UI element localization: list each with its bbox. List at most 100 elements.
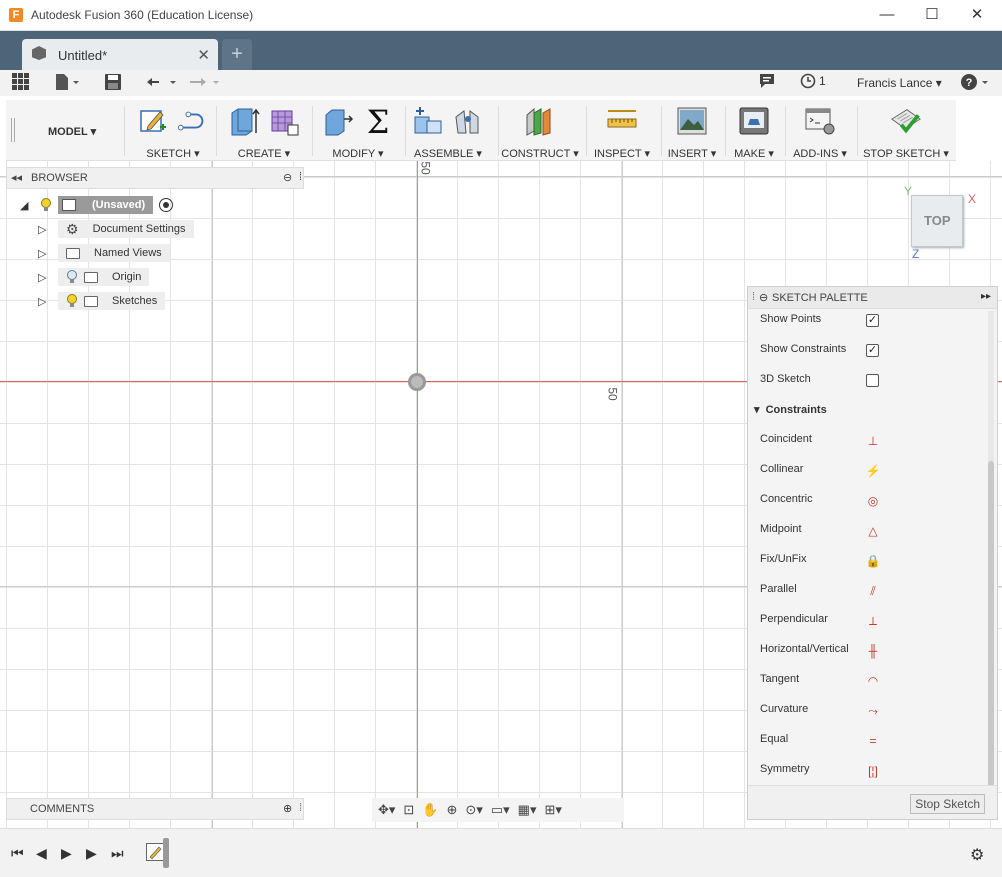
browser-item-named-views[interactable]: ▷ Named Views <box>38 243 170 263</box>
constraint-symmetry[interactable]: Symmetry [¦] <box>760 763 878 781</box>
modify-group[interactable]: Σ MODIFY ▾ <box>312 100 404 161</box>
activate-radio-icon[interactable] <box>159 198 174 212</box>
horizontal-vertical-icon[interactable]: ╫ <box>865 643 881 659</box>
minimize-button[interactable]: — <box>872 4 902 26</box>
pan-hand-icon[interactable]: ✋ <box>422 802 438 818</box>
stop-sketch-group[interactable]: STOP SKETCH ▾ <box>857 100 955 161</box>
constraint-collinear[interactable]: Collinear ⚡ <box>760 463 880 481</box>
browser-pin-icon[interactable]: ⁞ <box>299 171 302 183</box>
collapse-browser-icon[interactable]: ◂◂ <box>11 171 22 184</box>
notifications-icon[interactable] <box>759 73 775 93</box>
workspace-switcher[interactable]: MODEL ▾ <box>48 125 96 138</box>
tab-untitled[interactable]: Untitled* ✕ <box>22 39 218 70</box>
lightbulb-off-icon[interactable] <box>66 270 78 284</box>
browser-item-document-settings[interactable]: ▷ ⚙ Document Settings <box>38 219 194 239</box>
orbit-icon[interactable]: ✥▾ <box>378 802 395 818</box>
constraint-curvature[interactable]: Curvature ⤳ <box>760 703 878 721</box>
tangent-icon[interactable]: ◠ <box>865 673 881 689</box>
close-tab-icon[interactable]: ✕ <box>197 46 210 64</box>
toolbar-grip[interactable] <box>11 118 15 142</box>
add-ins-group[interactable]: ADD-INS ▾ <box>785 100 855 161</box>
lock-icon[interactable]: 🔒 <box>865 553 881 569</box>
new-tab-button[interactable]: + <box>222 39 252 70</box>
constraint-fix-unfix[interactable]: Fix/UnFix 🔒 <box>760 553 880 571</box>
browser-minus-icon[interactable]: ⊖ <box>283 171 292 184</box>
assemble-group[interactable]: ASSEMBLE ▾ <box>405 100 491 161</box>
palette-grip-icon[interactable]: ⁞ <box>752 291 755 303</box>
joint-icon[interactable] <box>452 105 484 137</box>
user-menu[interactable]: Francis Lance ▾ <box>857 76 942 90</box>
sketch-palette-header[interactable]: ⁞ ⊖ SKETCH PALETTE ▸▸ <box>748 287 997 309</box>
line-spline-icon[interactable] <box>177 105 209 137</box>
option-show-constraints[interactable]: Show Constraints ✓ <box>760 343 879 361</box>
file-menu-icon[interactable] <box>54 73 80 93</box>
curvature-icon[interactable]: ⤳ <box>865 703 881 719</box>
inspect-group[interactable]: INSPECT ▾ <box>586 100 658 161</box>
parameters-sigma-icon[interactable]: Σ <box>362 105 394 137</box>
construct-group[interactable]: CONSTRUCT ▾ <box>498 100 582 161</box>
browser-item-origin[interactable]: ▷ Origin <box>38 267 150 287</box>
constraints-section-header[interactable]: ▾ Constraints <box>754 403 827 416</box>
insert-image-icon[interactable] <box>676 105 708 137</box>
zoom-icon[interactable]: ⊕ <box>447 802 458 818</box>
measure-ruler-icon[interactable] <box>606 105 638 137</box>
grid-settings-icon[interactable]: ▦▾ <box>518 802 537 818</box>
lightbulb-on-icon[interactable] <box>34 198 58 212</box>
go-to-end-icon[interactable]: ⏭ <box>111 845 124 862</box>
form-box-icon[interactable] <box>268 105 300 137</box>
constraint-tangent[interactable]: Tangent ◠ <box>760 673 878 691</box>
collinear-icon[interactable]: ⚡ <box>865 463 881 479</box>
job-status-clock-icon[interactable] <box>800 73 816 93</box>
sketches-chip[interactable]: Sketches <box>58 292 166 310</box>
option-3d-sketch[interactable]: 3D Sketch <box>760 373 879 391</box>
scripts-addins-icon[interactable] <box>804 105 836 137</box>
collapse-triangle-icon[interactable]: ◢ <box>20 199 34 212</box>
named-views-chip[interactable]: Named Views <box>58 244 170 262</box>
constraint-perpendicular[interactable]: Perpendicular ⟂ <box>760 613 877 631</box>
maximize-button[interactable]: ☐ <box>917 4 947 26</box>
go-to-start-icon[interactable]: ⏮ <box>11 845 24 862</box>
document-settings-chip[interactable]: ⚙ Document Settings <box>58 220 194 238</box>
coincident-icon[interactable]: ⊥ <box>865 433 881 449</box>
look-at-icon[interactable]: ⊡ <box>403 802 414 818</box>
midpoint-icon[interactable]: △ <box>865 523 881 539</box>
timeline-settings-gear-icon[interactable]: ⚙ <box>970 845 984 865</box>
display-settings-icon[interactable]: ▭▾ <box>491 802 510 818</box>
palette-scrollbar-thumb[interactable] <box>988 461 994 787</box>
option-show-points[interactable]: Show Points ✓ <box>760 313 879 331</box>
parallel-icon[interactable]: ⫽ <box>865 583 881 599</box>
constraint-midpoint[interactable]: Midpoint △ <box>760 523 878 541</box>
constraint-equal[interactable]: Equal = <box>760 733 877 751</box>
comments-pin-icon[interactable]: ⁞ <box>299 802 302 814</box>
lightbulb-on-icon[interactable] <box>66 294 78 308</box>
expand-triangle-icon[interactable]: ▷ <box>38 271 52 284</box>
origin-chip[interactable]: Origin <box>58 268 150 286</box>
expand-triangle-icon[interactable]: ▷ <box>38 295 52 308</box>
viewcube-top-face[interactable]: TOP <box>924 213 951 228</box>
3d-sketch-checkbox[interactable] <box>866 374 879 387</box>
timeline-sketch-item[interactable] <box>146 843 164 861</box>
viewcube[interactable]: TOP <box>911 195 963 247</box>
step-forward-icon[interactable]: ▶ <box>86 845 97 862</box>
viewports-icon[interactable]: ⊞▾ <box>544 802 561 818</box>
perpendicular-icon[interactable]: ⟂ <box>865 613 881 629</box>
press-pull-icon[interactable] <box>322 105 354 137</box>
add-comment-icon[interactable]: ⊕ <box>283 802 292 815</box>
3d-print-icon[interactable] <box>738 105 770 137</box>
palette-scrollbar[interactable] <box>988 311 994 787</box>
stop-sketch-checkmark-icon[interactable] <box>890 105 922 137</box>
create-group[interactable]: CREATE ▾ <box>218 100 310 161</box>
palette-minus-icon[interactable]: ⊖ <box>759 291 768 304</box>
origin-point[interactable] <box>408 373 426 391</box>
offset-plane-icon[interactable] <box>524 105 556 137</box>
expand-palette-icon[interactable]: ▸▸ <box>981 291 991 302</box>
constraint-parallel[interactable]: Parallel ⫽ <box>760 583 876 601</box>
show-constraints-checkbox[interactable]: ✓ <box>866 344 879 357</box>
create-sketch-icon[interactable] <box>137 105 169 137</box>
extrude-icon[interactable] <box>228 105 260 137</box>
concentric-icon[interactable]: ◎ <box>865 493 881 509</box>
constraint-coincident[interactable]: Coincident ⊥ <box>760 433 878 451</box>
expand-triangle-icon[interactable]: ▷ <box>38 247 52 260</box>
step-back-icon[interactable]: ◀ <box>36 845 47 862</box>
close-window-button[interactable]: ✕ <box>962 4 992 26</box>
